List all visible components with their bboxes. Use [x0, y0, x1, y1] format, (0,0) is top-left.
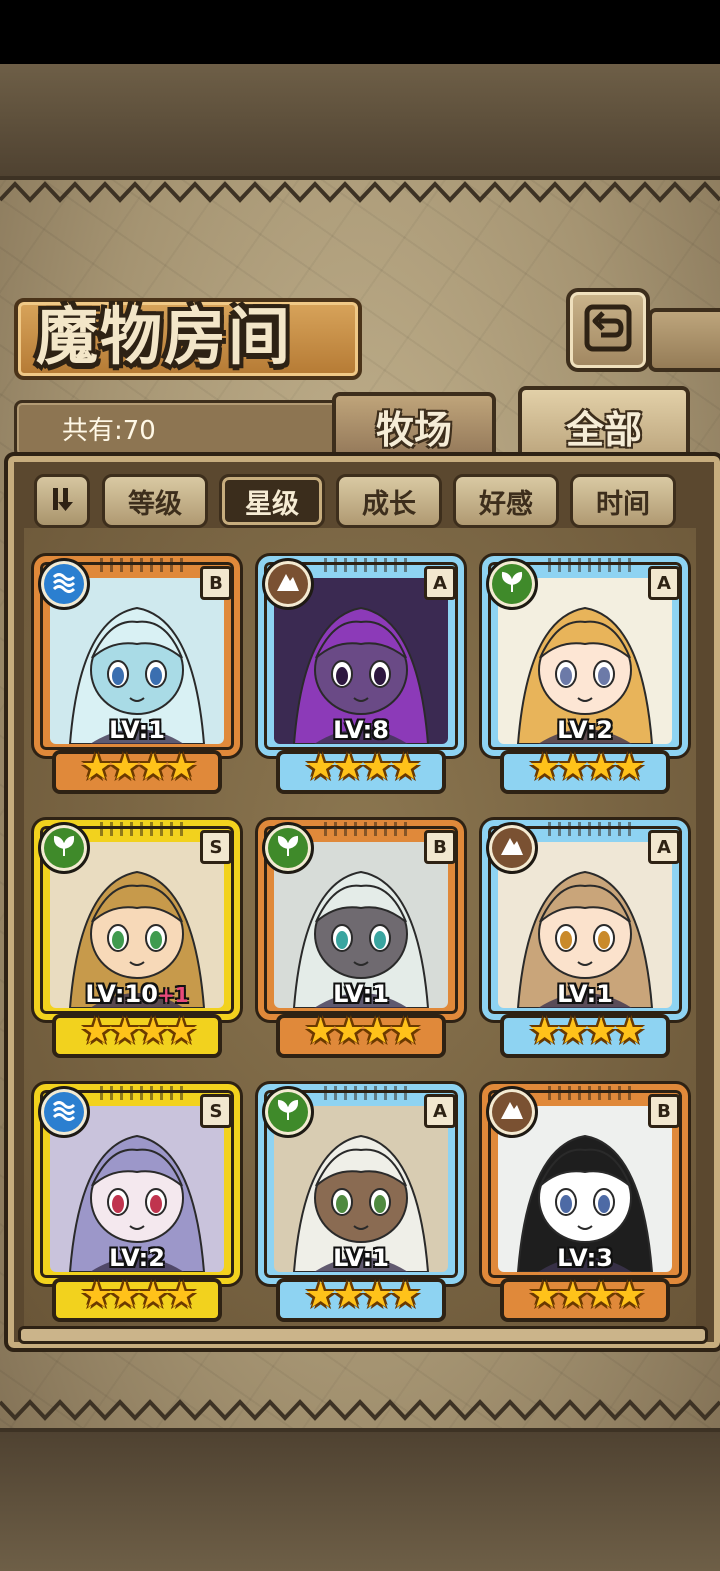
star-rating: ★★★★ — [528, 747, 645, 788]
monster-card[interactable]: LV:1 ★★★★ B — [34, 556, 240, 794]
frame-decoration — [548, 558, 634, 572]
monster-level: LV:2 — [482, 716, 688, 744]
leaf-icon — [274, 832, 302, 864]
monster-card[interactable]: LV:1 ★★★★ B — [258, 820, 464, 1058]
star-rating: ★★★★ — [528, 1011, 645, 1052]
return-arrow-icon — [583, 303, 633, 357]
frame-decoration — [548, 822, 634, 836]
monster-level: LV:8 — [258, 716, 464, 744]
element-badge — [38, 1086, 90, 1138]
star-rating: ★★★★ — [304, 747, 421, 788]
frame-decoration — [100, 822, 186, 836]
rank-badge: A — [424, 566, 456, 600]
star-rating: ★★★★ — [80, 747, 197, 788]
star-rating: ★★★★ — [80, 1275, 197, 1316]
element-badge — [486, 1086, 538, 1138]
element-badge — [38, 822, 90, 874]
leaf-icon — [274, 1096, 302, 1128]
star-rating: ★★★★ — [80, 1011, 197, 1052]
level-value: LV:2 — [109, 1244, 165, 1272]
monster-level: LV:1 — [482, 980, 688, 1008]
rank-badge: S — [200, 1094, 232, 1128]
star-rating: ★★★★ — [304, 1275, 421, 1316]
filter-affection-button[interactable]: 好感 — [453, 474, 559, 528]
zigzag-divider-top — [0, 181, 720, 203]
level-value: LV:8 — [333, 716, 389, 744]
earth-icon — [498, 832, 526, 864]
leaf-icon — [50, 832, 78, 864]
star-rating: ★★★★ — [304, 1011, 421, 1052]
level-value: LV:1 — [557, 980, 613, 1008]
element-badge — [262, 822, 314, 874]
bottom-band — [0, 1428, 720, 1571]
frame-decoration — [100, 1086, 186, 1100]
water-icon — [50, 568, 78, 600]
element-badge — [486, 558, 538, 610]
rank-badge: B — [200, 566, 232, 600]
monster-level: LV:2 — [34, 1244, 240, 1272]
zigzag-divider-bottom — [0, 1399, 720, 1421]
element-badge — [262, 558, 314, 610]
monster-card[interactable]: LV:1 ★★★★ A — [482, 820, 688, 1058]
level-value: LV:1 — [109, 716, 165, 744]
monster-card[interactable]: LV:3 ★★★★ B — [482, 1084, 688, 1322]
sort-toggle-icon — [47, 484, 77, 518]
monster-level: LV:10+1 — [34, 980, 240, 1008]
monster-level: LV:3 — [482, 1244, 688, 1272]
level-value: LV:1 — [333, 980, 389, 1008]
filter-time-button[interactable]: 时间 — [570, 474, 676, 528]
frame-decoration — [324, 1086, 410, 1100]
water-icon — [50, 1096, 78, 1128]
page-title: 魔物房间 — [36, 300, 293, 373]
tab-ranch[interactable]: 牧场 — [332, 392, 496, 456]
element-badge — [486, 822, 538, 874]
level-bonus: +1 — [157, 983, 189, 1007]
level-value: LV:2 — [557, 716, 613, 744]
level-value: LV:3 — [557, 1244, 613, 1272]
frame-decoration — [100, 558, 186, 572]
star-rating: ★★★★ — [528, 1275, 645, 1316]
rank-badge: A — [424, 1094, 456, 1128]
rank-badge: S — [200, 830, 232, 864]
leaf-icon — [498, 568, 526, 600]
status-bar — [0, 0, 720, 64]
frame-decoration — [324, 822, 410, 836]
top-band — [0, 64, 720, 180]
back-button[interactable] — [566, 288, 650, 372]
frame-decoration — [324, 558, 410, 572]
monster-card[interactable]: LV:8 ★★★★ A — [258, 556, 464, 794]
monster-card[interactable]: LV:10+1 ★★★★ S — [34, 820, 240, 1058]
monster-card[interactable]: LV:2 ★★★★ S — [34, 1084, 240, 1322]
tab-all[interactable]: 全部 — [518, 386, 690, 462]
filter-growth-button[interactable]: 成长 — [336, 474, 442, 528]
monster-card[interactable]: LV:1 ★★★★ A — [258, 1084, 464, 1322]
panel-bottom-rail — [18, 1326, 708, 1344]
monster-card[interactable]: LV:2 ★★★★ A — [482, 556, 688, 794]
earth-icon — [498, 1096, 526, 1128]
rank-badge: B — [648, 1094, 680, 1128]
rank-badge: A — [648, 566, 680, 600]
monster-count: 共有:70 — [62, 416, 156, 446]
element-badge — [262, 1086, 314, 1138]
rank-badge: B — [424, 830, 456, 864]
level-value: LV:1 — [333, 1244, 389, 1272]
filter-level-button[interactable]: 等级 — [102, 474, 208, 528]
element-badge — [38, 558, 90, 610]
level-value: LV:10 — [85, 980, 158, 1008]
monster-level: LV:1 — [258, 1244, 464, 1272]
earth-icon — [274, 568, 302, 600]
rank-badge: A — [648, 830, 680, 864]
sort-order-toggle[interactable] — [34, 474, 90, 528]
monster-level: LV:1 — [258, 980, 464, 1008]
header-rail — [648, 308, 720, 372]
monster-level: LV:1 — [34, 716, 240, 744]
filter-star-button[interactable]: 星级 — [219, 474, 325, 528]
frame-decoration — [548, 1086, 634, 1100]
